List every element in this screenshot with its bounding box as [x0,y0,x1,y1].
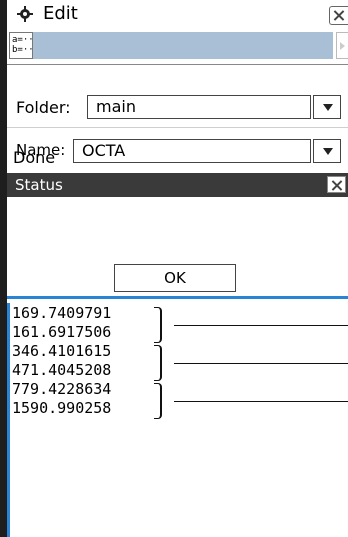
separator [7,127,348,128]
window-title: Edit [43,3,78,24]
result-value: 161.6917506 [12,323,112,341]
pair-bracket [154,383,162,419]
close-icon[interactable] [329,6,348,25]
result-value: 779.4228634 [12,380,112,398]
answer-line [174,401,348,402]
pair-bracket [154,345,162,381]
ok-button[interactable]: OK [114,264,236,292]
result-value: 1590.990258 [12,399,112,417]
store-dialog: Folder: main Name: OCTA Status Done OK [7,64,348,297]
name-dropdown-icon[interactable] [313,139,341,163]
result-value: 169.7409791 [12,304,112,322]
status-close-icon[interactable] [327,176,346,193]
status-title: Status [15,176,63,194]
folder-dropdown-icon[interactable] [313,95,341,119]
result-list: 169.7409791 161.6917506 346.4101615 471.… [7,303,348,537]
toolbar-strip [33,32,333,59]
variables-button[interactable]: a=··· b=··· [9,32,40,59]
folder-value: main [96,97,136,116]
answer-line [174,325,348,326]
name-value: OCTA [82,141,126,160]
answer-line [174,363,348,364]
folder-label: Folder: [16,98,71,117]
status-header: Status [7,173,348,197]
scroll-right-icon[interactable] [336,32,348,59]
gear-icon[interactable] [17,6,33,22]
folder-select[interactable]: main [87,95,311,119]
edit-window: Edit a=··· b=··· Folder: main Name: OCTA… [7,0,348,537]
variables-line-b: b=··· [12,45,40,55]
pair-bracket [154,307,162,343]
title-bar: Edit [7,0,348,29]
name-select[interactable]: OCTA [73,139,311,163]
result-area: 169.7409791 161.6917506 346.4101615 471.… [7,296,348,537]
status-message: Done [13,148,56,167]
toolbar: a=··· b=··· [7,28,348,64]
result-value: 346.4101615 [12,342,112,360]
variables-line-a: a=··· [12,35,40,45]
left-edge-bar [0,0,7,537]
result-value: 471.4045208 [12,361,112,379]
